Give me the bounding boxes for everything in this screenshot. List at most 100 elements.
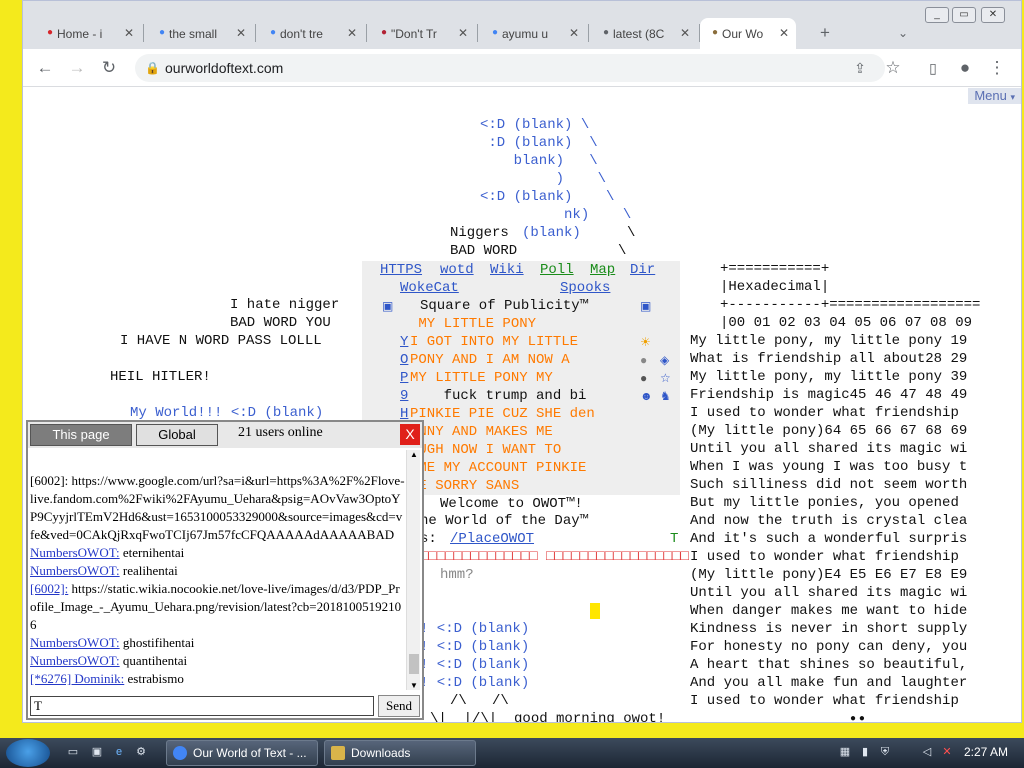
close-tab-icon[interactable]: ✕ — [344, 25, 360, 41]
panel-link-wokecat[interactable]: WokeCat — [400, 279, 459, 297]
boot-icon: ♞ — [660, 389, 671, 403]
chat-text: ghostifihentai — [119, 635, 195, 650]
panel-link-dir[interactable]: Dir — [630, 261, 655, 279]
tab-2[interactable]: ● the small ✕ — [147, 18, 253, 49]
tab-7[interactable]: ● Our Wo ✕ — [700, 18, 796, 49]
taskbar-item-downloads[interactable]: Downloads — [324, 740, 476, 766]
share-icon[interactable]: ⇪ — [850, 58, 870, 78]
scroll-up-arrow[interactable]: ▲ — [410, 450, 418, 459]
yellow-cursor-block — [590, 603, 600, 619]
sun-icon: ☀ — [640, 335, 651, 349]
scroll-down-arrow[interactable]: ▼ — [410, 681, 418, 690]
panel-link-spooks[interactable]: Spooks — [560, 279, 610, 297]
tab-5[interactable]: ● ayumu u ✕ — [480, 18, 586, 49]
panel-link-wiki[interactable]: Wiki — [490, 261, 524, 279]
owot-canvas[interactable]: <:D (blank) \ :D (blank) \ blank) \ ) \ <… — [23, 88, 1021, 723]
place-owot-link[interactable]: /PlaceOWOT — [450, 530, 534, 548]
chat-input[interactable]: T — [30, 696, 374, 716]
app-icon[interactable]: ⚙ — [134, 745, 148, 759]
reload-button[interactable]: ↻ — [99, 58, 119, 78]
chat-message: NumbersOWOT: realihentai — [30, 562, 406, 580]
bookmark-star-icon[interactable]: ☆ — [883, 58, 903, 78]
side-panel-icon[interactable]: ▯ — [923, 58, 943, 78]
tab-4[interactable]: ● "Don't Tr ✕ — [369, 18, 475, 49]
tab-title: "Don't Tr — [391, 26, 437, 41]
ie-icon[interactable]: e — [112, 745, 126, 759]
start-button[interactable] — [6, 739, 50, 767]
canvas-text-line: ! <:D (blank) — [420, 621, 530, 637]
chat-nick[interactable]: NumbersOWOT: — [30, 563, 120, 578]
new-tab-button[interactable]: + — [815, 23, 835, 43]
panel-link-wotd[interactable]: wotd — [440, 261, 474, 279]
minimize-button[interactable]: _ — [925, 7, 949, 23]
panel-link-poll[interactable]: Poll — [540, 261, 574, 279]
close-window-button[interactable]: ✕ — [981, 7, 1005, 23]
profile-avatar-icon[interactable]: ● — [955, 58, 975, 78]
close-tab-icon[interactable]: ✕ — [677, 25, 693, 41]
lock-icon: 🔒 — [145, 61, 160, 75]
close-tab-icon[interactable]: ✕ — [776, 25, 792, 41]
tab-title: latest (8C — [613, 26, 665, 41]
canvas-text-line: I hate nigger — [230, 297, 340, 313]
chat-nick[interactable]: [6002]: — [30, 581, 68, 596]
canvas-text-line: Niggers — [450, 225, 509, 241]
taskbar-item-browser[interactable]: Our World of Text - ... — [166, 740, 318, 766]
close-tab-icon[interactable]: ✕ — [455, 25, 471, 41]
chat-nick[interactable]: NumbersOWOT: — [30, 635, 120, 650]
chat-tab-global[interactable]: Global — [136, 424, 218, 446]
close-tab-icon[interactable]: ✕ — [121, 25, 137, 41]
panel-link-map[interactable]: Map — [590, 261, 615, 279]
chat-close-button[interactable]: X — [400, 424, 420, 445]
tab-1[interactable]: ● Home - i ✕ — [35, 18, 141, 49]
canvas-text-line: blank) \ — [480, 153, 598, 169]
panel-left-link[interactable]: P — [400, 369, 408, 387]
canvas-text-line: hmm? — [440, 567, 474, 583]
show-desktop-icon[interactable]: ▭ — [66, 745, 80, 759]
canvas-text-line: I used to wonder what friendship — [690, 693, 959, 709]
square-of-publicity-title: Square of Publicity™ — [420, 298, 589, 314]
forward-button[interactable]: → — [67, 58, 87, 78]
square-text-line: fuck trump and bi — [410, 388, 587, 404]
canvas-text-line: \| |/\| good morning owot! — [430, 711, 666, 723]
chat-nick[interactable]: NumbersOWOT: — [30, 653, 120, 668]
canvas-text-line: What is friendship all about28 29 — [690, 351, 968, 367]
panel-left-link[interactable]: Y — [400, 333, 408, 351]
tab-title: ayumu u — [502, 26, 549, 41]
chat-tab-this-page[interactable]: This page — [30, 424, 132, 446]
address-bar[interactable]: 🔒 ourworldoftext.com — [135, 54, 885, 82]
back-button[interactable]: ← — [35, 58, 55, 78]
tab-title: the small — [169, 26, 218, 41]
chat-text: eternihentai — [119, 545, 185, 560]
mute-tray-icon[interactable]: ✕ — [940, 745, 954, 759]
network-tray-icon[interactable]: ▦ — [838, 745, 852, 759]
chat-nick[interactable]: [*6276] Dominik: — [30, 671, 124, 686]
canvas-text-line: :D (blank) \ — [480, 135, 598, 151]
more-menu-icon[interactable]: ⋮ — [987, 58, 1007, 78]
panel-left-link[interactable]: 9 — [400, 387, 408, 405]
scroll-thumb[interactable] — [409, 654, 419, 674]
chat-text: quantihentai — [119, 653, 188, 668]
taskbar-clock: 2:27 AM — [963, 745, 1008, 759]
maximize-button[interactable]: ▭ — [952, 7, 976, 23]
explorer-icon[interactable]: ▣ — [90, 745, 104, 759]
tab-6[interactable]: ● latest (8C ✕ — [591, 18, 697, 49]
chat-nick[interactable]: NumbersOWOT: — [30, 545, 120, 560]
battery-tray-icon[interactable]: ▮ — [858, 745, 872, 759]
close-tab-icon[interactable]: ✕ — [566, 25, 582, 41]
panel-left-link[interactable]: O — [400, 351, 408, 369]
google-icon: ● — [158, 27, 166, 38]
chat-send-button[interactable]: Send — [378, 695, 420, 717]
folder-icon — [331, 746, 345, 760]
close-tab-icon[interactable]: ✕ — [233, 25, 249, 41]
panel-link-https[interactable]: HTTPS — [380, 261, 422, 279]
tab-3[interactable]: ● don't tre ✕ — [258, 18, 364, 49]
eyes-icon: ● ● — [850, 713, 865, 723]
volume-tray-icon[interactable]: ◁ — [920, 745, 934, 759]
caret-down-icon: ▾ — [1010, 92, 1015, 102]
tab-search-icon[interactable]: ⌄ — [893, 23, 913, 43]
chat-messages: [6002]: https://www.google.com/url?sa=i&… — [30, 450, 406, 688]
security-tray-icon[interactable]: ⛨ — [878, 745, 892, 759]
owot-menu-button[interactable]: Menu ▾ — [968, 88, 1021, 104]
chat-message: NumbersOWOT: eternihentai — [30, 544, 406, 562]
chat-scrollbar[interactable]: ▲ ▼ — [406, 450, 420, 690]
